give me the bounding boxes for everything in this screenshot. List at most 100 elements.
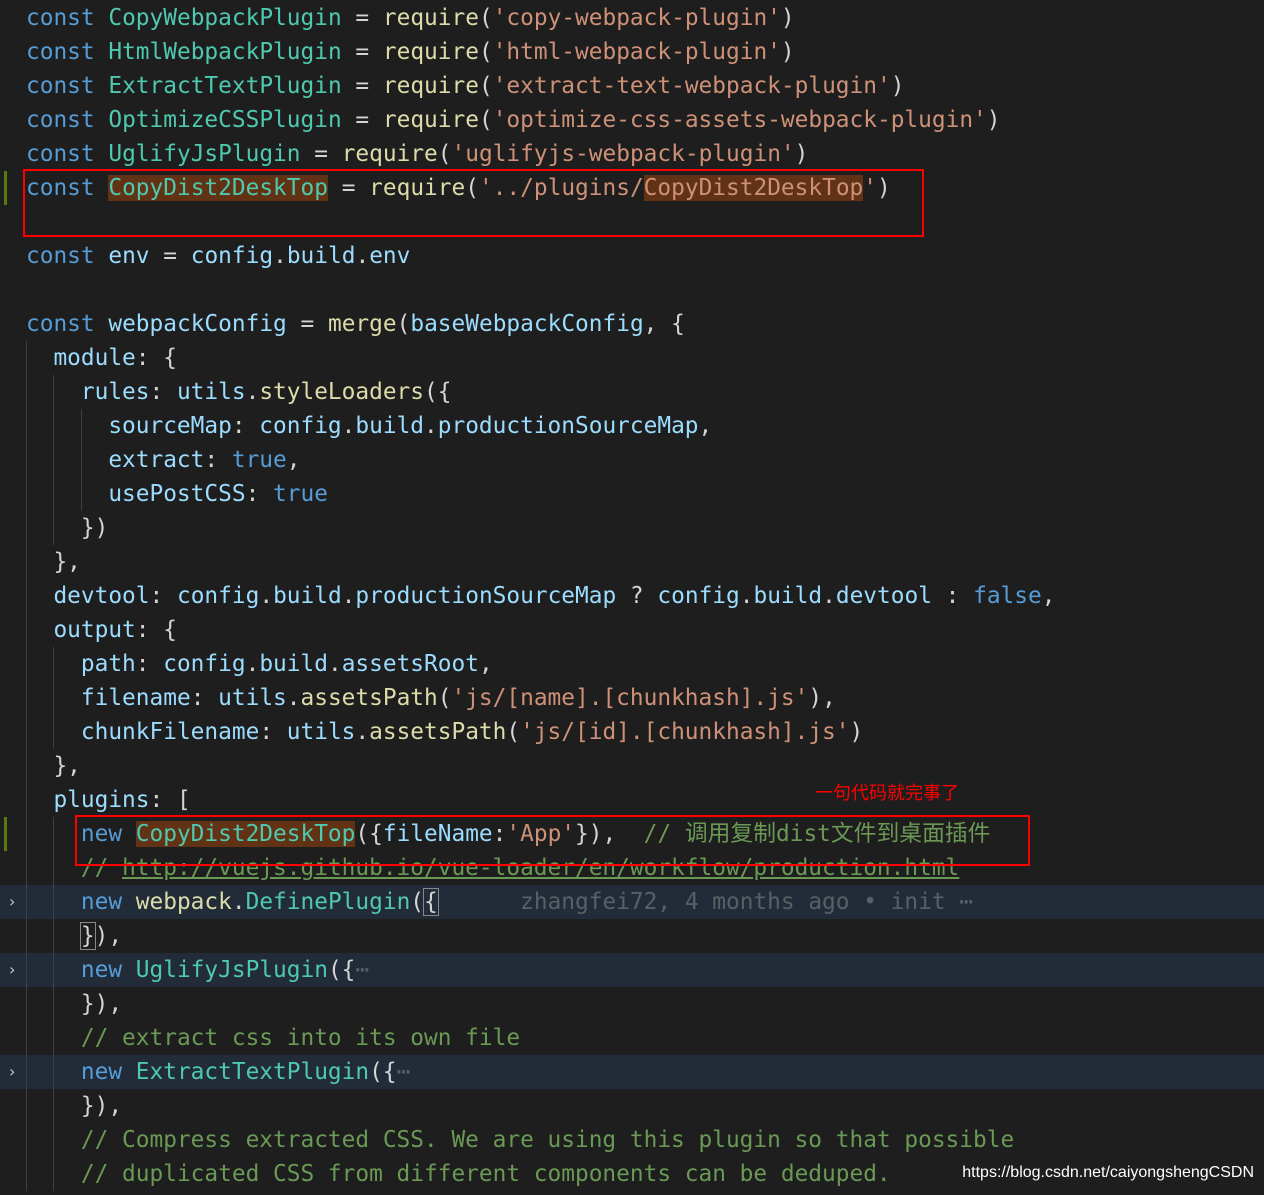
code-token: 'copy-webpack-plugin'	[492, 5, 781, 31]
code-line[interactable]: › new ExtractTextPlugin({⋯	[0, 1055, 1264, 1089]
code-line[interactable]: },	[0, 749, 1264, 783]
code-text: const UglifyJsPlugin = require('uglifyjs…	[26, 137, 808, 171]
indent-guide	[26, 1055, 27, 1089]
indent-guide	[53, 817, 55, 851]
code-token: output	[53, 617, 136, 643]
code-token: ,	[286, 447, 301, 473]
code-line[interactable]: extract: true,	[0, 443, 1264, 477]
code-token: OptimizeCSSPlugin	[108, 107, 342, 133]
code-token: :	[231, 413, 260, 439]
code-line[interactable]: plugins: [	[0, 783, 1264, 817]
code-line[interactable]: › new UglifyJsPlugin({⋯	[0, 953, 1264, 987]
code-token: const	[26, 311, 109, 337]
git-blame-annotation: ⋯	[355, 957, 370, 983]
code-token: utils	[176, 379, 246, 405]
code-token: =	[300, 141, 342, 167]
code-text: },	[53, 545, 80, 579]
code-token: ),	[94, 923, 123, 949]
code-text: const webpackConfig = merge(baseWebpackC…	[26, 307, 685, 341]
code-line[interactable]: rules: utils.styleLoaders({	[0, 375, 1264, 409]
code-token: config	[259, 413, 342, 439]
code-token: =	[341, 39, 383, 65]
code-token: DefinePlugin	[245, 889, 411, 915]
code-line[interactable]: })	[0, 511, 1264, 545]
code-line[interactable]: chunkFilename: utils.assetsPath('js/[id]…	[0, 715, 1264, 749]
code-line[interactable]: const ExtractTextPlugin = require('extra…	[0, 69, 1264, 103]
code-token: const	[26, 5, 109, 31]
code-token: assetsRoot	[341, 651, 479, 677]
code-line[interactable]: devtool: config.build.productionSourceMa…	[0, 579, 1264, 613]
code-token: new	[80, 957, 136, 983]
code-line[interactable]: const CopyWebpackPlugin = require('copy-…	[0, 1, 1264, 35]
code-text: const HtmlWebpackPlugin = require('html-…	[26, 35, 795, 69]
code-token: (	[478, 73, 493, 99]
code-token: :	[931, 583, 974, 609]
fold-chevron-icon[interactable]: ›	[9, 953, 15, 987]
code-token: plugins	[53, 787, 150, 813]
fold-chevron-icon[interactable]: ›	[9, 1055, 15, 1089]
code-token: .	[327, 651, 342, 677]
code-line[interactable]: output: {	[0, 613, 1264, 647]
code-text: const env = config.build.env	[26, 239, 410, 273]
indent-guide	[53, 1021, 55, 1055]
code-token: (	[410, 889, 425, 915]
code-text: },	[53, 749, 80, 783]
code-token: // duplicated CSS from different compone…	[80, 1161, 891, 1187]
code-token: =	[341, 5, 383, 31]
indent-guide	[26, 749, 27, 783]
code-line[interactable]: const webpackConfig = merge(baseWebpackC…	[0, 307, 1264, 341]
code-line[interactable]: › new webpack.DefinePlugin({ zhangfei72, …	[0, 885, 1264, 919]
code-token: (	[478, 39, 493, 65]
code-line[interactable]: const OptimizeCSSPlugin = require('optim…	[0, 103, 1264, 137]
code-token: (	[506, 719, 521, 745]
indent-guide	[53, 1055, 55, 1089]
code-line[interactable]: const env = config.build.env	[0, 239, 1264, 273]
annotation-box-plugin	[75, 815, 1030, 866]
code-line[interactable]: filename: utils.assetsPath('js/[name].[c…	[0, 681, 1264, 715]
code-token: :	[245, 481, 274, 507]
code-line[interactable]: const UglifyJsPlugin = require('uglifyjs…	[0, 137, 1264, 171]
code-token: )	[986, 107, 1001, 133]
code-line[interactable]: usePostCSS: true	[0, 477, 1264, 511]
code-token: utils	[286, 719, 356, 745]
code-token: const	[26, 39, 109, 65]
code-line[interactable]: }),	[0, 919, 1264, 953]
code-line[interactable]: // extract css into its own file	[0, 1021, 1264, 1055]
code-token: const	[26, 141, 109, 167]
indent-guide	[53, 987, 55, 1021]
code-token: devtool	[53, 583, 150, 609]
indent-guide	[53, 375, 55, 409]
code-token: .	[286, 685, 301, 711]
code-line[interactable]: path: config.build.assetsRoot,	[0, 647, 1264, 681]
code-token: }	[79, 922, 96, 950]
code-line[interactable]: module: {	[0, 341, 1264, 375]
indent-guide	[26, 953, 27, 987]
code-line[interactable]	[0, 273, 1264, 307]
code-line[interactable]: const HtmlWebpackPlugin = require('html-…	[0, 35, 1264, 69]
code-token: ({	[327, 957, 356, 983]
code-token: ,	[698, 413, 713, 439]
watermark: https://blog.csdn.net/caiyongshengCSDN	[962, 1164, 1254, 1181]
indent-guide	[26, 919, 27, 953]
indent-guide	[26, 681, 27, 715]
indent-guide	[26, 1089, 27, 1123]
code-line[interactable]: sourceMap: config.build.productionSource…	[0, 409, 1264, 443]
code-token: 'js/[id].[chunkhash].js'	[520, 719, 850, 745]
code-line[interactable]: },	[0, 545, 1264, 579]
code-token: module	[53, 345, 136, 371]
code-token: rules	[80, 379, 150, 405]
fold-chevron-icon[interactable]: ›	[9, 885, 15, 919]
indent-guide	[26, 817, 27, 851]
code-token: :	[149, 583, 177, 609]
code-token: build	[355, 413, 425, 439]
code-token: merge	[327, 311, 397, 337]
code-line[interactable]: }),	[0, 1089, 1264, 1123]
code-token: CopyWebpackPlugin	[108, 5, 342, 31]
code-token: sourceMap	[108, 413, 232, 439]
code-line[interactable]: }),	[0, 987, 1264, 1021]
code-token: .	[273, 243, 287, 269]
code-line[interactable]: // Compress extracted CSS. We are using …	[0, 1123, 1264, 1157]
code-token: }),	[80, 1093, 123, 1119]
code-text: const ExtractTextPlugin = require('extra…	[26, 69, 904, 103]
code-token: ExtractTextPlugin	[135, 1059, 370, 1085]
